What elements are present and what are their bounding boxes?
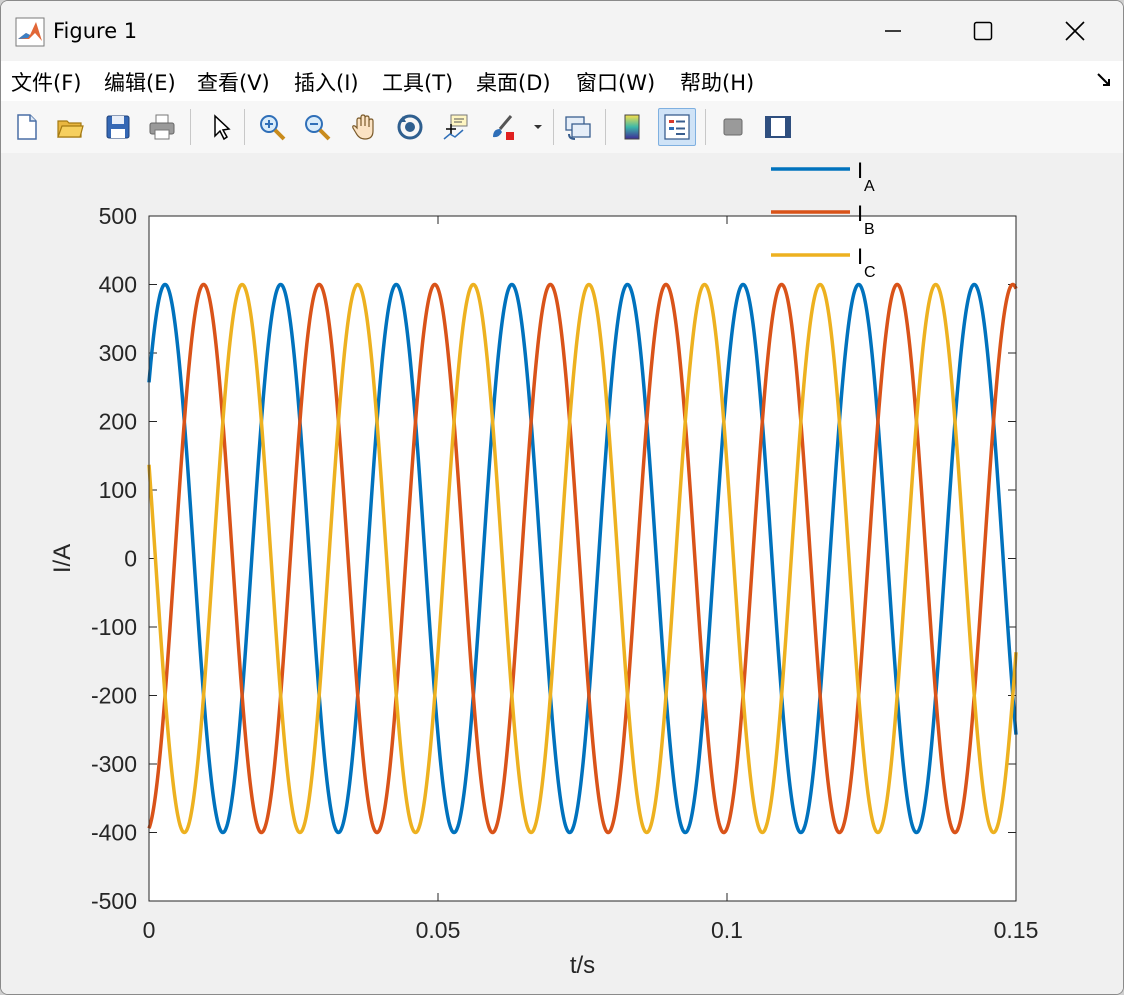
brush-button[interactable] xyxy=(483,108,521,146)
pan-button[interactable] xyxy=(345,108,383,146)
close-button[interactable] xyxy=(1029,1,1121,61)
menu-desktop[interactable]: 桌面(D) xyxy=(476,67,551,97)
y-axis-label: I/A xyxy=(49,544,76,573)
hide-plot-tools-button[interactable] xyxy=(714,108,752,146)
brush-icon xyxy=(493,115,514,140)
menu-help[interactable]: 帮助(H) xyxy=(680,67,754,97)
y-tick-label: -200 xyxy=(91,683,137,709)
maximize-icon xyxy=(973,21,993,41)
print-button[interactable] xyxy=(143,108,181,146)
y-tick-label: 100 xyxy=(99,477,137,503)
show-plot-tools-button[interactable] xyxy=(759,108,797,146)
new-figure-button[interactable] xyxy=(7,108,45,146)
y-tick-label: -500 xyxy=(91,888,137,914)
window-title: Figure 1 xyxy=(53,19,138,43)
colorbar-button[interactable] xyxy=(613,108,651,146)
x-tick-label: 0.05 xyxy=(416,917,461,943)
minimize-icon xyxy=(885,30,901,32)
figure-canvas: 500 400 300 200 100 0 -100 -200 -300 -400 -500 0 0.0… xyxy=(1,153,1123,994)
maximize-button[interactable] xyxy=(937,1,1029,61)
zoom-in-icon xyxy=(260,115,286,141)
brush-dropdown-button[interactable] xyxy=(527,108,549,146)
toolbar xyxy=(1,101,1123,154)
menu-window[interactable]: 窗口(W) xyxy=(576,67,655,97)
x-tick-label: 0 xyxy=(143,917,156,943)
x-tick-label: 0.15 xyxy=(994,917,1039,943)
rotate-3d-icon xyxy=(397,114,423,140)
data-cursor-icon xyxy=(443,114,468,140)
legend-label-c: I xyxy=(857,244,863,269)
pointer-icon xyxy=(214,114,231,141)
y-tick-label: -300 xyxy=(91,751,137,777)
toolbar-separator xyxy=(190,109,191,145)
matlab-logo-icon xyxy=(15,17,45,47)
legend-icon xyxy=(664,114,690,140)
menu-bar: 文件(F) 编辑(E) 查看(V) 插入(I) 工具(T) 桌面(D) 窗口(W… xyxy=(1,61,1123,101)
toolbar-separator xyxy=(244,109,245,145)
link-plot-icon xyxy=(565,116,591,140)
legend-subscript-a: A xyxy=(864,178,875,195)
y-tick-label: -400 xyxy=(91,820,137,846)
menu-tools[interactable]: 工具(T) xyxy=(382,67,453,97)
link-plot-button[interactable] xyxy=(559,108,597,146)
title-bar: Figure 1 xyxy=(1,1,1123,61)
save-icon xyxy=(106,115,130,139)
open-file-icon xyxy=(57,120,84,138)
x-tick-label: 0.1 xyxy=(711,917,743,943)
y-tick-label: 200 xyxy=(99,409,137,435)
figure-window: Figure 1 文件(F) 编辑(E) 查看(V) 插入(I) 工具(T) 桌… xyxy=(0,0,1124,995)
y-tick-label: 500 xyxy=(99,203,137,229)
rotate-3d-button[interactable] xyxy=(391,108,429,146)
legend-label-b: I xyxy=(857,201,863,226)
menu-edit[interactable]: 编辑(E) xyxy=(104,67,176,97)
legend-button[interactable] xyxy=(658,108,696,146)
toolbar-separator xyxy=(553,109,554,145)
y-tick-label: 300 xyxy=(99,340,137,366)
dock-arrow-icon[interactable] xyxy=(1095,71,1113,89)
menu-file[interactable]: 文件(F) xyxy=(11,67,81,97)
zoom-out-icon xyxy=(305,115,331,141)
show-plot-tools-icon xyxy=(765,116,791,138)
y-tick-label: 400 xyxy=(99,272,137,298)
close-icon xyxy=(1065,21,1085,41)
menu-view[interactable]: 查看(V) xyxy=(197,67,270,97)
legend-label-a: I xyxy=(857,158,863,183)
data-cursor-button[interactable] xyxy=(437,108,475,146)
y-tick-label: 0 xyxy=(124,546,137,572)
line-chart[interactable]: 5004003002001000-100-200-300-400-5000 0.0… xyxy=(1,153,1123,994)
new-figure-icon xyxy=(17,114,37,140)
hide-plot-tools-icon xyxy=(723,118,743,136)
menu-insert[interactable]: 插入(I) xyxy=(294,67,359,97)
x-axis-label: t/s xyxy=(570,952,595,979)
pointer-button[interactable] xyxy=(201,108,239,146)
toolbar-separator xyxy=(605,109,606,145)
toolbar-separator xyxy=(705,109,706,145)
zoom-in-button[interactable] xyxy=(253,108,291,146)
save-button[interactable] xyxy=(99,108,137,146)
pan-hand-icon xyxy=(352,114,374,140)
chevron-down-icon xyxy=(534,125,542,129)
legend-subscript-c: C xyxy=(864,264,876,281)
colorbar-icon xyxy=(624,114,640,140)
print-icon xyxy=(149,114,175,140)
y-tick-label: -100 xyxy=(91,614,137,640)
legend-subscript-b: B xyxy=(864,221,875,238)
open-file-button[interactable] xyxy=(51,108,89,146)
zoom-out-button[interactable] xyxy=(298,108,336,146)
minimize-button[interactable] xyxy=(847,1,939,61)
